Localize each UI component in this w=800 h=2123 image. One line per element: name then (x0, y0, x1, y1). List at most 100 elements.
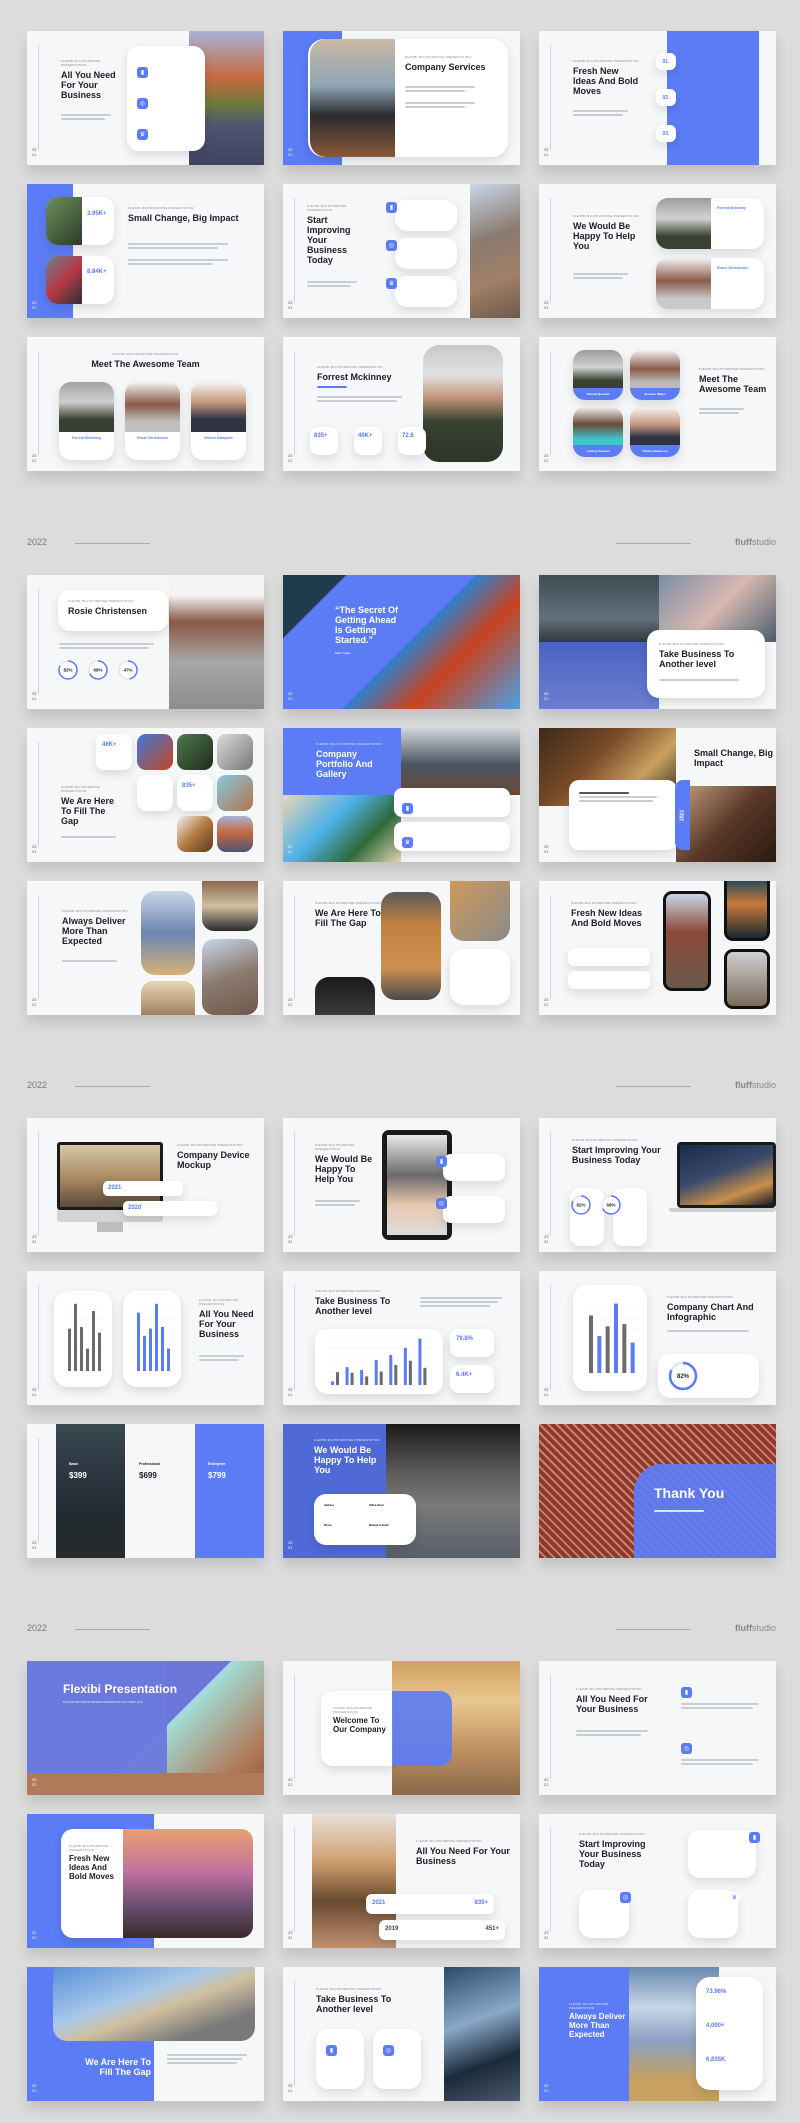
slide-fresh-ideas[interactable]: 20 21 Flexibi multipurpose presentation … (539, 31, 776, 165)
slide-all-you-need-charts[interactable]: 20 21 Flexibi multipurpose presentation … (27, 1271, 264, 1405)
bar (423, 1367, 427, 1385)
slide-happy-to-help[interactable]: 20 21 Flexibi multipurpose presentation … (539, 184, 776, 318)
slide-small-change-2[interactable]: 20 21 Small Change, Big Impact 2021 (539, 728, 776, 862)
slide-cover[interactable]: 20 21 Flexibi Presentation Multipurpose … (27, 1661, 264, 1795)
slide-rosie[interactable]: 20 21 Flexibi multipurpose presentation … (27, 575, 264, 709)
progress-rings: 82% 68% 47% (58, 660, 138, 680)
bar (167, 1348, 170, 1371)
person-photo (656, 258, 711, 309)
slide-quote[interactable]: 20 21 “The Secret Of Getting Ahead Is Ge… (283, 575, 520, 709)
slide-fill-gap-2[interactable]: 20 21 Flexibi multipurpose presentation … (283, 881, 520, 1015)
target-icon: ◎ (620, 1892, 631, 1903)
slide-title: Start Improving Your Business Today (307, 215, 351, 266)
slide-title: Start Improving Your Business Today (579, 1839, 646, 1870)
slide-always-deliver-2[interactable]: 20 21 Flexibi multipurpose presentation … (539, 1967, 776, 2101)
slide-title: Fresh New Ideas And Bold Moves (573, 66, 639, 97)
slide-take-business[interactable]: 20 21 Flexibi multipurpose presentation … (539, 575, 776, 709)
trophy-icon: ♛ (386, 278, 397, 289)
person-photo (59, 382, 114, 432)
slide-contact[interactable]: 20 21 Flexibi multipurpose presentation … (283, 1424, 520, 1558)
donut-label: 82% (677, 1374, 690, 1380)
slide-start-improving[interactable]: 20 21 Flexibi multipurpose presentation … (283, 184, 520, 318)
slide-title: Take Business To Another level (659, 649, 735, 670)
slide-thank-you[interactable]: Thank You (539, 1424, 776, 1558)
target-icon: ◎ (436, 1198, 447, 1209)
slide-company-chart[interactable]: 20 21 Flexibi multipurpose presentation … (539, 1271, 776, 1405)
slide-take-business-chart[interactable]: 20 21 Flexibi multipurpose presentation … (283, 1271, 520, 1405)
chart-icon: ▮ (326, 2045, 337, 2056)
slide-happy-to-help-2[interactable]: 20 21 Flexibi multipurpose presentation … (283, 1118, 520, 1252)
slide-small-change[interactable]: 20 21 3.95K+ 8.84K+ Flexibi multipurpose… (27, 184, 264, 318)
slide-welcome[interactable]: 20 21 Flexibi multipurpose presentation … (283, 1661, 520, 1795)
bar (137, 1312, 140, 1371)
slide-fill-gap-3[interactable]: 20 21 We Are Here To Fill The Gap (27, 1967, 264, 2101)
slide-title: Rosie Christensen (68, 606, 148, 616)
slide-always-deliver[interactable]: 20 21 Flexibi multipurpose presentation … (27, 881, 264, 1015)
bicycle-photo (46, 256, 82, 304)
slide-title: Fresh New Ideas And Bold Moves (571, 908, 643, 929)
slide-fresh-ideas-2[interactable]: 20 21 Flexibi multipurpose presentation … (539, 881, 776, 1015)
target-icon: ◎ (681, 1743, 692, 1754)
divider (616, 1086, 691, 1087)
phone-mockup (724, 949, 770, 1009)
slide-title: Forrest Mckinney (317, 372, 392, 382)
slide-start-improving-3[interactable]: 20 21 Flexibi multipurpose presentation … (539, 1814, 776, 1948)
slide-meet-team-grid[interactable]: 20 21 Samuel Bennett Jasmine Weber Linds… (539, 337, 776, 471)
city-photo (539, 575, 659, 642)
person-photo (573, 407, 623, 445)
slide-take-business-3[interactable]: 20 21 Flexibi multipurpose presentation … (283, 1967, 520, 2101)
divider (75, 1629, 150, 1630)
slide-title: We Would Be Happy To Help You (315, 1154, 373, 1185)
slide-start-improving-2[interactable]: 20 21 Flexibi multipurpose presentation … (539, 1118, 776, 1252)
bar (403, 1347, 407, 1385)
bar (394, 1365, 398, 1385)
slide-title: All You Need For Your Business (576, 1694, 648, 1715)
year-label: 2022 (27, 1623, 48, 1633)
trophy-icon: ♛ (402, 837, 413, 848)
slide-all-you-need-3[interactable]: 20 21 Flexibi multipurpose presentation … (283, 1814, 520, 1948)
slide-meet-team[interactable]: 20 21 Flexibi multipurpose presentation … (27, 337, 264, 471)
slide-company-services[interactable]: 20 21 Flexibi multipurpose presentation … (283, 31, 520, 165)
slide-title: All You Need For Your Business (61, 70, 116, 101)
bar (74, 1303, 77, 1371)
divider (75, 1086, 150, 1087)
person-photo (630, 407, 680, 445)
city-night-photo (56, 1424, 125, 1558)
slide-profile[interactable]: 20 21 Flexibi multipurpose presentation … (283, 337, 520, 471)
person-photo (656, 198, 711, 249)
slide-all-you-need-2[interactable]: 20 21 Flexibi multipurpose presentation … (539, 1661, 776, 1795)
bar (365, 1376, 369, 1385)
slide-fresh-ideas-3[interactable]: 20 21 Flexibi multipurpose presentation … (27, 1814, 264, 1948)
building-photo (470, 184, 520, 318)
laptop-mockup (677, 1142, 776, 1208)
resort-photo (401, 728, 520, 795)
compass-photo (46, 197, 82, 245)
progress-label: 68% (93, 668, 102, 673)
slide-device-mockup[interactable]: 20 21 2021 2020 Flexibi multipurpose pre… (27, 1118, 264, 1252)
gallery-photo (217, 734, 253, 770)
progress-rings: 82% 68% (571, 1195, 621, 1215)
person-photo (423, 345, 503, 462)
grouped-bar-chart (327, 1338, 433, 1386)
building-photo (53, 1967, 255, 2041)
bar-chart-blue (135, 1303, 175, 1372)
section-header: 2022 fluffstudio (27, 1623, 776, 1637)
gallery-photo (217, 775, 253, 811)
slide-all-you-need[interactable]: 20 21 Flexibi multipurpose presentation … (27, 31, 264, 165)
sunset-photo (123, 1829, 253, 1938)
bar (350, 1372, 354, 1385)
slide-portfolio[interactable]: 20 21 Flexibi multipurpose presentation … (283, 728, 520, 862)
progress-label: 68% (606, 1203, 615, 1208)
slide-fill-gap[interactable]: 20 21 Flexibi multipurpose presentation … (27, 728, 264, 862)
slide-pricing[interactable]: 20 21 Basic $399 Professional $699 Enterpr… (27, 1424, 264, 1558)
bar (360, 1370, 364, 1385)
gallery-photo (137, 734, 173, 770)
interior-photo (676, 786, 776, 862)
bar (331, 1381, 334, 1385)
bar (589, 1315, 593, 1373)
bar (155, 1303, 158, 1371)
dining-room-photo (310, 39, 395, 157)
target-icon: ◎ (386, 240, 397, 251)
slide-title: Meet The Awesome Team (91, 359, 200, 369)
slide-title: Always Deliver More Than Expected (569, 2012, 626, 2039)
